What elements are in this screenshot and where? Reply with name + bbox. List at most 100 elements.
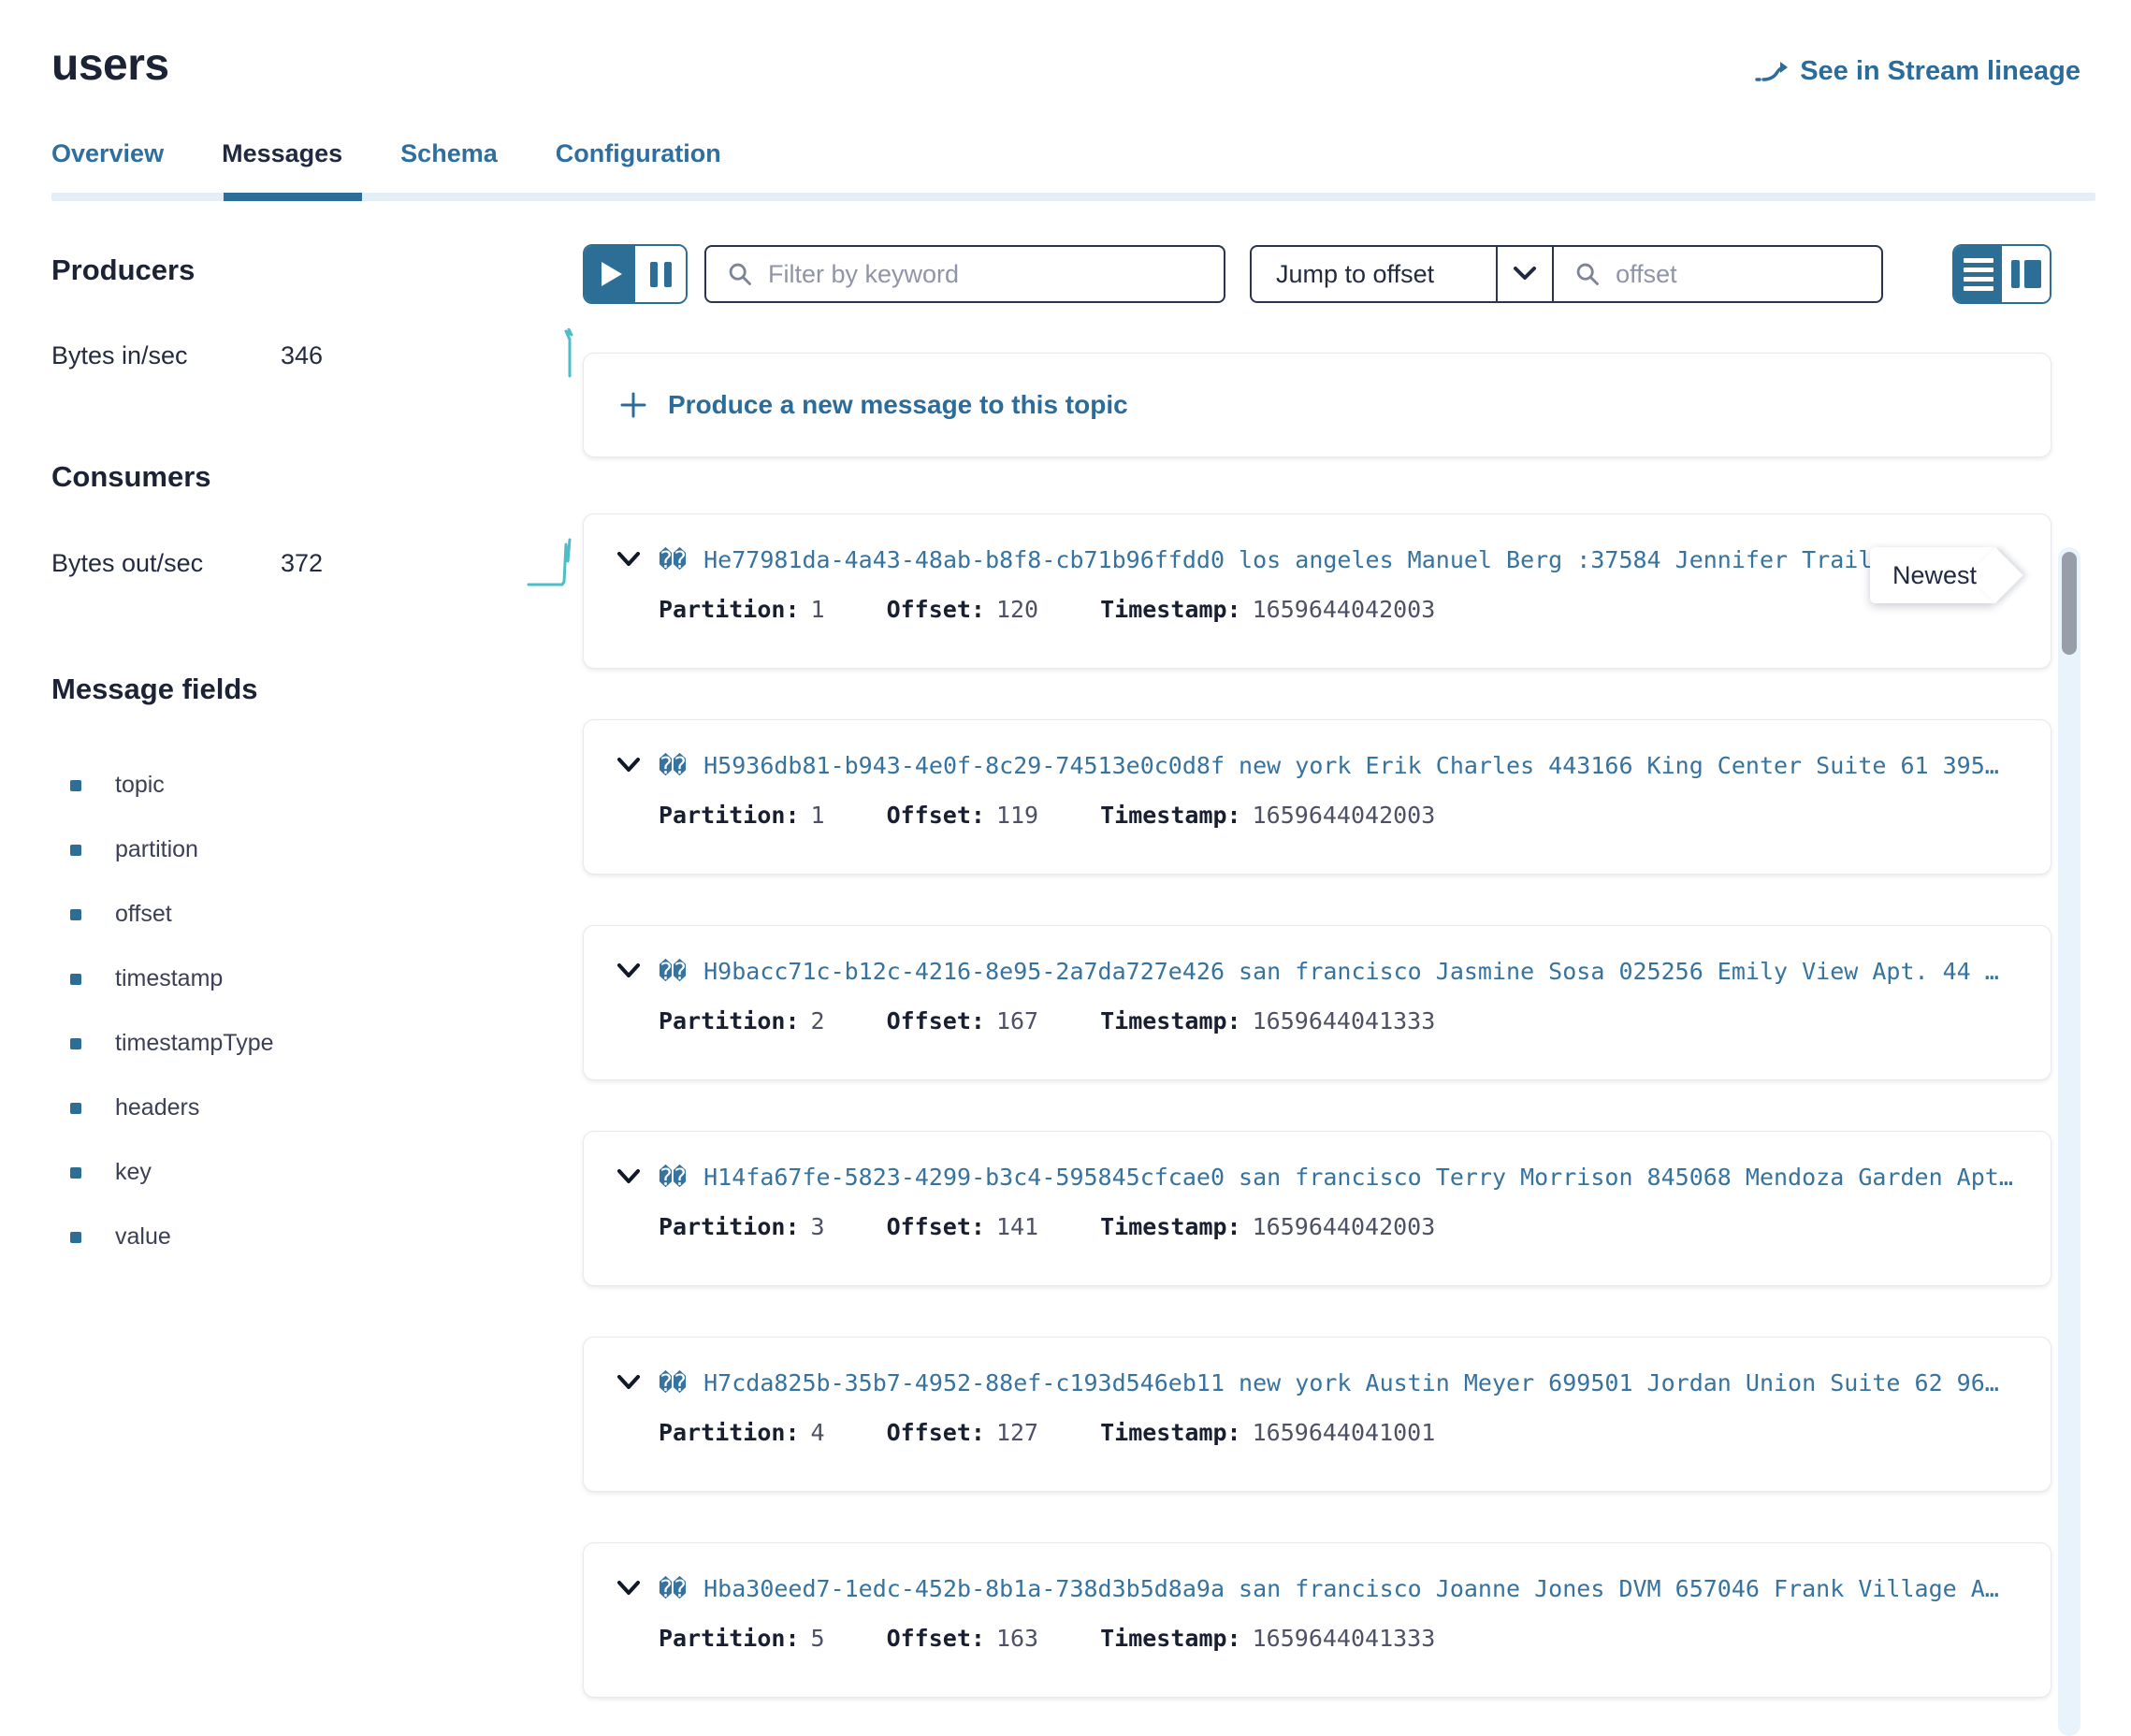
bytes-in-metric: Bytes in/sec 346: [51, 328, 583, 383]
field-item-timestamp[interactable]: timestamp: [51, 947, 583, 1011]
field-item-offset[interactable]: offset: [51, 882, 583, 947]
tab-overview[interactable]: Overview: [51, 139, 164, 193]
pause-icon: [650, 262, 672, 287]
timestamp-value: 1659644041333: [1253, 1625, 1436, 1652]
offset-search-input[interactable]: [1616, 260, 1861, 289]
partition-value: 4: [811, 1419, 825, 1446]
offset-value: 120: [996, 596, 1038, 623]
keyword-filter-input[interactable]: [768, 260, 1203, 289]
partition-value: 1: [811, 802, 825, 829]
live-consume-toggle: [583, 244, 688, 304]
partition-value: 3: [811, 1213, 825, 1240]
pause-button[interactable]: [635, 246, 686, 302]
bullet-icon: [70, 780, 81, 791]
expand-chevron-icon[interactable]: [616, 1373, 642, 1394]
search-icon: [727, 261, 753, 287]
tab-schema[interactable]: Schema: [400, 139, 498, 193]
timestamp-value: 1659644042003: [1253, 802, 1436, 829]
tab-underline-track: [51, 193, 2095, 201]
message-row: �� H5936db81-b943-4e0f-8c29-74513e0c0d8f…: [583, 719, 2051, 875]
jump-select-value: Jump to offset: [1252, 260, 1496, 289]
play-button[interactable]: [585, 246, 635, 302]
bytes-out-sparkline: [527, 535, 575, 592]
search-icon: [1574, 261, 1601, 287]
content-area: Producers Bytes in/sec 346 Consumers Byt…: [0, 201, 2131, 1698]
field-item-headers[interactable]: headers: [51, 1076, 583, 1140]
bytes-out-label: Bytes out/sec: [51, 549, 281, 578]
offset-value: 163: [996, 1625, 1038, 1652]
key-glyph-icon: ��: [659, 752, 687, 779]
timestamp-label: Timestamp:: [1100, 1213, 1241, 1240]
field-item-topic[interactable]: topic: [51, 753, 583, 817]
expand-chevron-icon[interactable]: [616, 1579, 642, 1599]
timestamp-label: Timestamp:: [1100, 802, 1241, 829]
partition-label: Partition:: [659, 1419, 800, 1446]
bullet-icon: [70, 974, 81, 985]
message-list-scrollbar-track[interactable]: [2058, 547, 2080, 1736]
expand-chevron-icon[interactable]: [616, 550, 642, 571]
produce-message-label: Produce a new message to this topic: [668, 390, 1128, 420]
play-icon: [602, 262, 622, 286]
offset-value: 119: [996, 802, 1038, 829]
tab-messages[interactable]: Messages: [222, 139, 342, 193]
partition-label: Partition:: [659, 802, 800, 829]
offset-value: 167: [996, 1007, 1038, 1034]
field-item-partition[interactable]: partition: [51, 817, 583, 882]
key-glyph-icon: ��: [659, 1575, 687, 1602]
key-glyph-icon: ��: [659, 1369, 687, 1396]
field-item-timestampType[interactable]: timestampType: [51, 1011, 583, 1076]
offset-label: Offset:: [887, 1007, 985, 1034]
bytes-in-sparkline: [547, 328, 575, 383]
message-key[interactable]: He77981da-4a43-48ab-b8f8-cb71b96ffdd0 lo…: [703, 546, 1900, 573]
produce-message-button[interactable]: Produce a new message to this topic: [583, 353, 2051, 457]
list-view-button[interactable]: [1954, 246, 2002, 302]
offset-value: 141: [996, 1213, 1038, 1240]
message-key[interactable]: H5936db81-b943-4e0f-8c29-74513e0c0d8f ne…: [703, 752, 1999, 779]
partition-label: Partition:: [659, 596, 800, 623]
message-key[interactable]: H7cda825b-35b7-4952-88ef-c193d546eb11 ne…: [703, 1369, 1999, 1396]
key-glyph-icon: ��: [659, 1164, 687, 1191]
offset-label: Offset:: [887, 1213, 985, 1240]
bullet-icon: [70, 1232, 81, 1243]
keyword-filter-box: [704, 245, 1225, 303]
consumers-heading: Consumers: [51, 460, 583, 494]
page-header: users See in Stream lineage: [0, 0, 2131, 91]
expand-chevron-icon[interactable]: [616, 962, 642, 982]
field-item-value[interactable]: value: [51, 1205, 583, 1269]
message-row: �� He77981da-4a43-48ab-b8f8-cb71b96ffdd0…: [583, 514, 2051, 669]
newest-scroll-tooltip: Newest: [1870, 547, 1995, 603]
split-view-button[interactable]: [2002, 246, 2050, 302]
partition-value: 2: [811, 1007, 825, 1034]
message-key[interactable]: H14fa67fe-5823-4299-b3c4-595845cfcae0 sa…: [703, 1164, 2013, 1191]
bullet-icon: [70, 1038, 81, 1049]
expand-chevron-icon[interactable]: [616, 756, 642, 776]
stream-lineage-link[interactable]: See in Stream lineage: [1755, 56, 2080, 87]
message-fields-list: topic partition offset timestamp timesta…: [51, 753, 583, 1269]
timestamp-label: Timestamp:: [1100, 1007, 1241, 1034]
message-list-scrollbar-thumb[interactable]: [2062, 552, 2077, 655]
timestamp-value: 1659644041001: [1253, 1419, 1436, 1446]
offset-label: Offset:: [887, 1625, 985, 1652]
messages-toolbar: Jump to offset: [583, 244, 2051, 304]
timestamp-label: Timestamp:: [1100, 596, 1241, 623]
topic-stats-sidebar: Producers Bytes in/sec 346 Consumers Byt…: [51, 201, 583, 1698]
page-title: users: [51, 39, 169, 91]
tab-configuration[interactable]: Configuration: [556, 139, 721, 193]
message-key[interactable]: H9bacc71c-b12c-4216-8e95-2a7da727e426 sa…: [703, 958, 1999, 985]
jump-to-offset-select[interactable]: Jump to offset: [1250, 245, 1554, 303]
split-view-icon: [2011, 260, 2041, 288]
timestamp-label: Timestamp:: [1100, 1625, 1241, 1652]
active-tab-indicator: [224, 193, 362, 201]
expand-chevron-icon[interactable]: [616, 1167, 642, 1188]
bytes-out-value: 372: [281, 549, 323, 578]
message-row: �� Hba30eed7-1edc-452b-8b1a-738d3b5d8a9a…: [583, 1542, 2051, 1698]
key-glyph-icon: ��: [659, 546, 687, 573]
field-item-key[interactable]: key: [51, 1140, 583, 1205]
message-row: �� H7cda825b-35b7-4952-88ef-c193d546eb11…: [583, 1337, 2051, 1492]
jump-to-offset-group: Jump to offset: [1250, 245, 1883, 303]
offset-label: Offset:: [887, 596, 985, 623]
partition-label: Partition:: [659, 1625, 800, 1652]
message-list: �� He77981da-4a43-48ab-b8f8-cb71b96ffdd0…: [583, 514, 2051, 1698]
timestamp-label: Timestamp:: [1100, 1419, 1241, 1446]
message-key[interactable]: Hba30eed7-1edc-452b-8b1a-738d3b5d8a9a sa…: [703, 1575, 1999, 1602]
